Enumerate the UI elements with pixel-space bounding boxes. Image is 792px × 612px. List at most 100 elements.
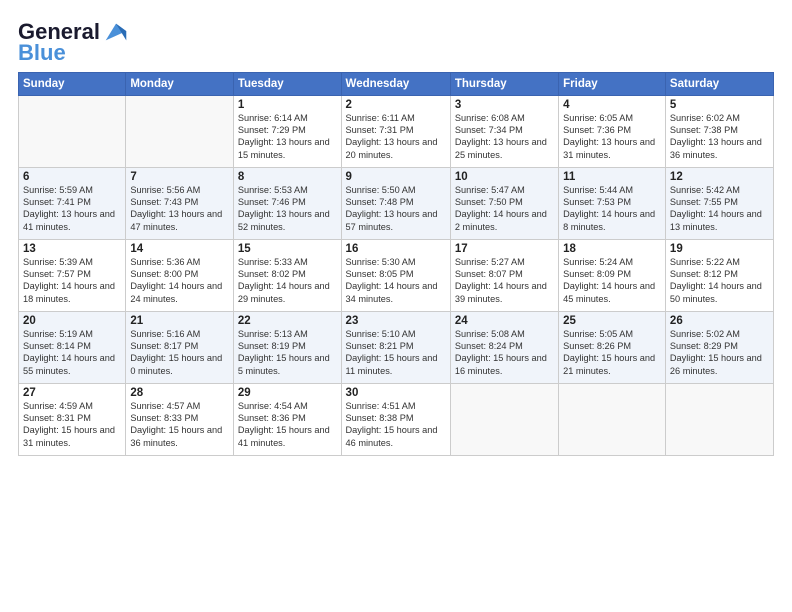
day-info: Sunrise: 5:10 AM Sunset: 8:21 PM Dayligh…: [346, 328, 446, 378]
day-info: Sunrise: 5:33 AM Sunset: 8:02 PM Dayligh…: [238, 256, 337, 306]
day-info: Sunrise: 4:51 AM Sunset: 8:38 PM Dayligh…: [346, 400, 446, 450]
calendar-cell: 22Sunrise: 5:13 AM Sunset: 8:19 PM Dayli…: [233, 311, 341, 383]
calendar-cell: 24Sunrise: 5:08 AM Sunset: 8:24 PM Dayli…: [450, 311, 558, 383]
day-info: Sunrise: 5:36 AM Sunset: 8:00 PM Dayligh…: [130, 256, 229, 306]
day-info: Sunrise: 4:59 AM Sunset: 8:31 PM Dayligh…: [23, 400, 121, 450]
calendar-cell: 7Sunrise: 5:56 AM Sunset: 7:43 PM Daylig…: [126, 167, 234, 239]
day-number: 15: [238, 243, 337, 255]
day-number: 6: [23, 171, 121, 183]
calendar-cell: 9Sunrise: 5:50 AM Sunset: 7:48 PM Daylig…: [341, 167, 450, 239]
day-number: 9: [346, 171, 446, 183]
calendar-cell: 19Sunrise: 5:22 AM Sunset: 8:12 PM Dayli…: [665, 239, 773, 311]
calendar-cell: [559, 383, 666, 455]
calendar-cell: 3Sunrise: 6:08 AM Sunset: 7:34 PM Daylig…: [450, 95, 558, 167]
day-info: Sunrise: 5:47 AM Sunset: 7:50 PM Dayligh…: [455, 184, 554, 234]
calendar-week-2: 6Sunrise: 5:59 AM Sunset: 7:41 PM Daylig…: [19, 167, 774, 239]
calendar-week-1: 1Sunrise: 6:14 AM Sunset: 7:29 PM Daylig…: [19, 95, 774, 167]
day-info: Sunrise: 5:27 AM Sunset: 8:07 PM Dayligh…: [455, 256, 554, 306]
day-info: Sunrise: 5:30 AM Sunset: 8:05 PM Dayligh…: [346, 256, 446, 306]
day-info: Sunrise: 5:24 AM Sunset: 8:09 PM Dayligh…: [563, 256, 661, 306]
day-info: Sunrise: 6:14 AM Sunset: 7:29 PM Dayligh…: [238, 112, 337, 162]
day-info: Sunrise: 6:08 AM Sunset: 7:34 PM Dayligh…: [455, 112, 554, 162]
calendar-cell: 12Sunrise: 5:42 AM Sunset: 7:55 PM Dayli…: [665, 167, 773, 239]
day-info: Sunrise: 5:44 AM Sunset: 7:53 PM Dayligh…: [563, 184, 661, 234]
day-info: Sunrise: 5:05 AM Sunset: 8:26 PM Dayligh…: [563, 328, 661, 378]
day-number: 20: [23, 315, 121, 327]
calendar-cell: 6Sunrise: 5:59 AM Sunset: 7:41 PM Daylig…: [19, 167, 126, 239]
calendar-cell: [450, 383, 558, 455]
day-number: 8: [238, 171, 337, 183]
day-info: Sunrise: 5:22 AM Sunset: 8:12 PM Dayligh…: [670, 256, 769, 306]
day-number: 18: [563, 243, 661, 255]
day-number: 2: [346, 99, 446, 111]
col-header-friday: Friday: [559, 72, 666, 95]
day-info: Sunrise: 6:02 AM Sunset: 7:38 PM Dayligh…: [670, 112, 769, 162]
calendar-cell: 30Sunrise: 4:51 AM Sunset: 8:38 PM Dayli…: [341, 383, 450, 455]
day-number: 26: [670, 315, 769, 327]
day-number: 22: [238, 315, 337, 327]
day-info: Sunrise: 5:59 AM Sunset: 7:41 PM Dayligh…: [23, 184, 121, 234]
day-number: 12: [670, 171, 769, 183]
calendar-cell: 20Sunrise: 5:19 AM Sunset: 8:14 PM Dayli…: [19, 311, 126, 383]
col-header-saturday: Saturday: [665, 72, 773, 95]
calendar-cell: 25Sunrise: 5:05 AM Sunset: 8:26 PM Dayli…: [559, 311, 666, 383]
day-info: Sunrise: 5:50 AM Sunset: 7:48 PM Dayligh…: [346, 184, 446, 234]
calendar-cell: 26Sunrise: 5:02 AM Sunset: 8:29 PM Dayli…: [665, 311, 773, 383]
day-info: Sunrise: 4:57 AM Sunset: 8:33 PM Dayligh…: [130, 400, 229, 450]
calendar-cell: 18Sunrise: 5:24 AM Sunset: 8:09 PM Dayli…: [559, 239, 666, 311]
calendar-cell: 27Sunrise: 4:59 AM Sunset: 8:31 PM Dayli…: [19, 383, 126, 455]
day-number: 21: [130, 315, 229, 327]
calendar-cell: [19, 95, 126, 167]
day-info: Sunrise: 5:16 AM Sunset: 8:17 PM Dayligh…: [130, 328, 229, 378]
calendar-cell: 15Sunrise: 5:33 AM Sunset: 8:02 PM Dayli…: [233, 239, 341, 311]
calendar-week-3: 13Sunrise: 5:39 AM Sunset: 7:57 PM Dayli…: [19, 239, 774, 311]
col-header-monday: Monday: [126, 72, 234, 95]
calendar-cell: [126, 95, 234, 167]
day-info: Sunrise: 6:11 AM Sunset: 7:31 PM Dayligh…: [346, 112, 446, 162]
day-info: Sunrise: 5:08 AM Sunset: 8:24 PM Dayligh…: [455, 328, 554, 378]
day-number: 19: [670, 243, 769, 255]
day-number: 10: [455, 171, 554, 183]
calendar-cell: 14Sunrise: 5:36 AM Sunset: 8:00 PM Dayli…: [126, 239, 234, 311]
calendar-cell: 23Sunrise: 5:10 AM Sunset: 8:21 PM Dayli…: [341, 311, 450, 383]
day-info: Sunrise: 5:13 AM Sunset: 8:19 PM Dayligh…: [238, 328, 337, 378]
col-header-thursday: Thursday: [450, 72, 558, 95]
day-info: Sunrise: 5:56 AM Sunset: 7:43 PM Dayligh…: [130, 184, 229, 234]
day-number: 5: [670, 99, 769, 111]
day-info: Sunrise: 5:39 AM Sunset: 7:57 PM Dayligh…: [23, 256, 121, 306]
day-number: 13: [23, 243, 121, 255]
day-number: 23: [346, 315, 446, 327]
calendar-cell: 16Sunrise: 5:30 AM Sunset: 8:05 PM Dayli…: [341, 239, 450, 311]
calendar-cell: 21Sunrise: 5:16 AM Sunset: 8:17 PM Dayli…: [126, 311, 234, 383]
calendar-cell: 1Sunrise: 6:14 AM Sunset: 7:29 PM Daylig…: [233, 95, 341, 167]
calendar-cell: [665, 383, 773, 455]
day-info: Sunrise: 6:05 AM Sunset: 7:36 PM Dayligh…: [563, 112, 661, 162]
day-number: 28: [130, 387, 229, 399]
col-header-wednesday: Wednesday: [341, 72, 450, 95]
day-info: Sunrise: 4:54 AM Sunset: 8:36 PM Dayligh…: [238, 400, 337, 450]
calendar-cell: 8Sunrise: 5:53 AM Sunset: 7:46 PM Daylig…: [233, 167, 341, 239]
calendar-cell: 28Sunrise: 4:57 AM Sunset: 8:33 PM Dayli…: [126, 383, 234, 455]
page-header: General Blue: [18, 18, 774, 62]
col-header-sunday: Sunday: [19, 72, 126, 95]
calendar-cell: 5Sunrise: 6:02 AM Sunset: 7:38 PM Daylig…: [665, 95, 773, 167]
day-number: 1: [238, 99, 337, 111]
day-number: 3: [455, 99, 554, 111]
calendar-cell: 2Sunrise: 6:11 AM Sunset: 7:31 PM Daylig…: [341, 95, 450, 167]
day-number: 11: [563, 171, 661, 183]
day-number: 25: [563, 315, 661, 327]
calendar-header-row: SundayMondayTuesdayWednesdayThursdayFrid…: [19, 72, 774, 95]
day-number: 16: [346, 243, 446, 255]
day-number: 7: [130, 171, 229, 183]
calendar-table: SundayMondayTuesdayWednesdayThursdayFrid…: [18, 72, 774, 456]
day-info: Sunrise: 5:53 AM Sunset: 7:46 PM Dayligh…: [238, 184, 337, 234]
calendar-week-4: 20Sunrise: 5:19 AM Sunset: 8:14 PM Dayli…: [19, 311, 774, 383]
col-header-tuesday: Tuesday: [233, 72, 341, 95]
calendar-cell: 4Sunrise: 6:05 AM Sunset: 7:36 PM Daylig…: [559, 95, 666, 167]
day-number: 17: [455, 243, 554, 255]
day-number: 30: [346, 387, 446, 399]
day-info: Sunrise: 5:02 AM Sunset: 8:29 PM Dayligh…: [670, 328, 769, 378]
day-number: 24: [455, 315, 554, 327]
calendar-cell: 29Sunrise: 4:54 AM Sunset: 8:36 PM Dayli…: [233, 383, 341, 455]
logo: General Blue: [18, 18, 130, 62]
